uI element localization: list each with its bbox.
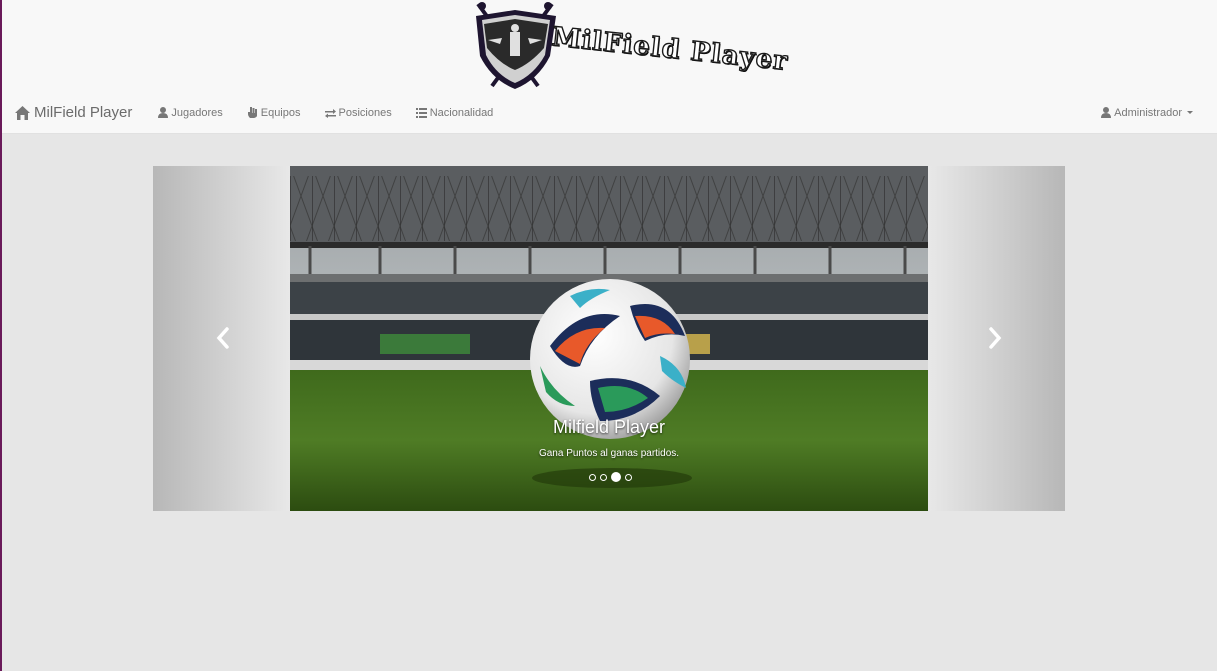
carousel-caption-text: Gana Puntos al ganas partidos. <box>538 448 680 459</box>
nav-item-label: Posiciones <box>338 106 392 119</box>
nav-item-label: Equipos <box>260 106 301 119</box>
brand-label: MilField Player <box>34 104 133 121</box>
nav-item-jugadores[interactable]: Jugadores <box>158 106 223 119</box>
carousel-indicator-4[interactable] <box>625 473 632 481</box>
user-menu-label: Administrador <box>1114 106 1182 119</box>
carousel-slide-image <box>290 166 928 511</box>
carousel-caption-title: Milfield Player <box>552 417 666 437</box>
user-icon <box>1101 107 1112 118</box>
nav-item-label: Jugadores <box>171 106 223 119</box>
chevron-left-icon <box>216 327 229 349</box>
home-icon <box>15 105 30 120</box>
carousel-indicator-1[interactable] <box>589 473 596 481</box>
transfer-icon <box>324 108 336 118</box>
nav-item-equipos[interactable]: Equipos <box>247 107 301 119</box>
user-menu-dropdown[interactable]: Administrador <box>1101 107 1193 119</box>
caret-down-icon <box>1187 111 1193 114</box>
stadium-soccer-ball-image <box>290 166 928 511</box>
carousel-prev-button[interactable] <box>212 326 236 350</box>
site-logo[interactable]: MilField Player <box>468 0 790 92</box>
nav-item-label: Nacionalidad <box>429 106 494 119</box>
carousel-indicators <box>587 472 634 482</box>
navbar-brand[interactable]: MilField Player <box>15 104 132 121</box>
carousel-next-button[interactable] <box>982 326 1006 350</box>
nav-item-nacionalidad[interactable]: Nacionalidad <box>415 106 494 119</box>
carousel-indicator-3[interactable] <box>611 472 621 482</box>
list-icon <box>415 107 427 118</box>
carousel-indicator-2[interactable] <box>600 473 607 481</box>
hand-icon <box>247 107 257 118</box>
chevron-right-icon <box>989 327 1002 349</box>
user-icon <box>158 107 169 118</box>
top-navbar: MilField Player Jugadores Equipos Posici… <box>2 92 1217 134</box>
image-carousel[interactable]: Milfield Player Gana Puntos al ganas par… <box>153 166 1065 511</box>
nav-item-posiciones[interactable]: Posiciones <box>324 106 392 119</box>
